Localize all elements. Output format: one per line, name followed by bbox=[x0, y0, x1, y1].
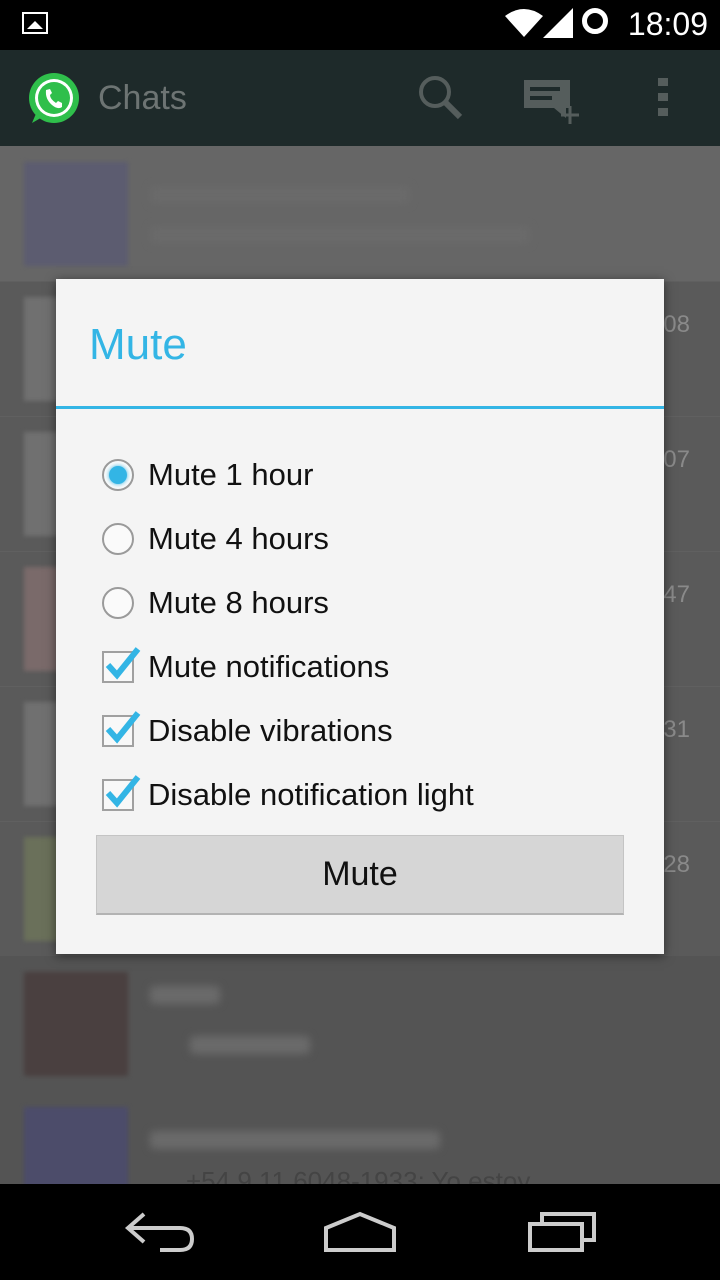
chat-time: 31 bbox=[663, 716, 690, 743]
wifi-icon bbox=[505, 9, 543, 37]
navigation-bar bbox=[0, 1184, 720, 1280]
radio-button-checked[interactable] bbox=[102, 459, 134, 491]
radio-button[interactable] bbox=[102, 523, 134, 555]
checkmark-icon bbox=[105, 647, 141, 680]
dialog-divider bbox=[56, 406, 664, 409]
chat-time: 47 bbox=[663, 581, 690, 608]
checkbox-checked[interactable] bbox=[102, 775, 141, 811]
action-bar: Chats bbox=[0, 50, 720, 146]
mute-dialog: Mute Mute 1 hour Mute 4 hours Mute 8 hou… bbox=[56, 279, 664, 954]
sync-icon bbox=[582, 8, 608, 34]
avatar bbox=[24, 1107, 128, 1184]
option-label: Disable vibrations bbox=[148, 713, 393, 748]
avatar bbox=[24, 162, 128, 266]
chat-time: 07 bbox=[663, 446, 690, 473]
chat-time: 08 bbox=[663, 311, 690, 338]
whatsapp-logo-icon[interactable] bbox=[26, 71, 82, 127]
recents-icon[interactable] bbox=[526, 1210, 598, 1254]
gallery-icon bbox=[22, 12, 48, 34]
radio-mute-1-hour[interactable]: Mute 1 hour bbox=[102, 451, 622, 499]
signal-icon bbox=[543, 8, 573, 38]
option-label: Mute 1 hour bbox=[148, 457, 314, 492]
radio-button[interactable] bbox=[102, 587, 134, 619]
page-title: Chats bbox=[98, 79, 187, 117]
option-label: Mute 8 hours bbox=[148, 585, 329, 620]
checkbox-mute-notifications[interactable]: Mute notifications bbox=[102, 643, 622, 691]
search-icon[interactable] bbox=[417, 74, 463, 120]
status-bar: 18:09 bbox=[0, 0, 720, 50]
option-label: Mute notifications bbox=[148, 649, 390, 684]
mute-button[interactable]: Mute bbox=[96, 835, 624, 915]
checkbox-checked[interactable] bbox=[102, 711, 141, 747]
radio-mute-8-hours[interactable]: Mute 8 hours bbox=[102, 579, 622, 627]
status-time: 18:09 bbox=[627, 6, 708, 42]
checkmark-icon bbox=[105, 711, 141, 744]
checkmark-icon bbox=[105, 775, 141, 808]
radio-mute-4-hours[interactable]: Mute 4 hours bbox=[102, 515, 622, 563]
checkbox-disable-notification-light[interactable]: Disable notification light bbox=[102, 771, 622, 819]
chat-time: 28 bbox=[663, 851, 690, 878]
avatar bbox=[24, 972, 128, 1076]
back-icon[interactable] bbox=[124, 1210, 196, 1254]
overflow-menu-icon[interactable] bbox=[656, 74, 670, 120]
chat-preview: +54 9 11 6048-1933: Yo estoy bbox=[186, 1166, 531, 1184]
checkbox-checked[interactable] bbox=[102, 647, 141, 683]
dialog-title: Mute bbox=[89, 320, 187, 369]
checkbox-disable-vibrations[interactable]: Disable vibrations bbox=[102, 707, 622, 755]
new-chat-icon[interactable] bbox=[522, 74, 582, 130]
option-label: Disable notification light bbox=[148, 777, 474, 812]
home-icon[interactable] bbox=[322, 1210, 398, 1254]
list-item[interactable] bbox=[0, 146, 720, 282]
list-item[interactable] bbox=[0, 956, 720, 1092]
option-label: Mute 4 hours bbox=[148, 521, 329, 556]
